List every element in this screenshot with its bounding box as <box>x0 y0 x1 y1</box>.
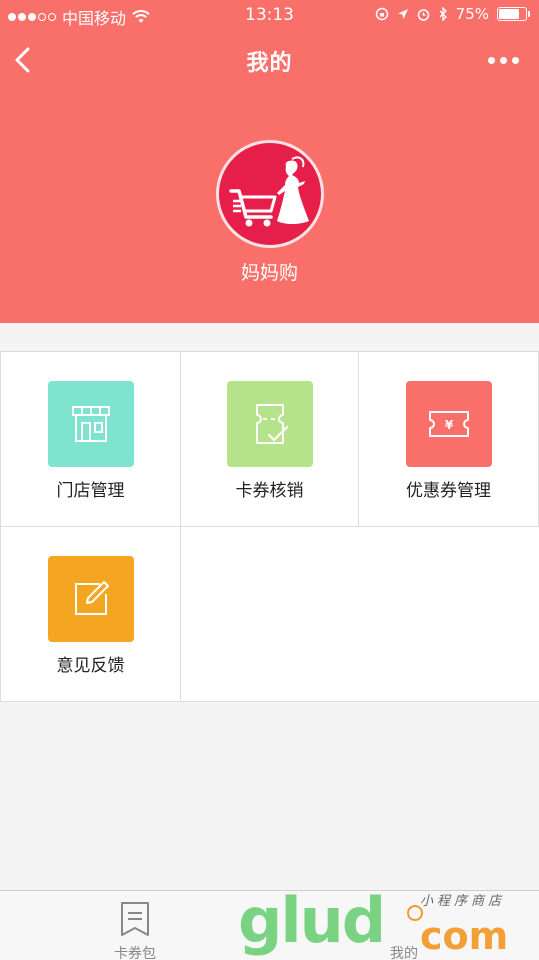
more-dot <box>499 56 507 64</box>
menu-tile <box>47 556 134 642</box>
menu-item-store-management[interactable]: 门店管理 <box>0 352 181 527</box>
battery-icon <box>497 7 530 21</box>
profile-header: 中国移动 13:13 75% 我的 妈妈购 <box>0 0 539 323</box>
grid-empty-area <box>181 527 539 702</box>
menu-item-label: 门店管理 <box>56 481 125 501</box>
tab-label: 我的 <box>390 946 418 960</box>
function-grid: 门店管理 卡券核销 ¥ 优惠券管理 意见反馈 <box>0 351 539 702</box>
location-icon <box>397 9 408 19</box>
more-dot <box>487 56 495 64</box>
menu-item-label: 意见反馈 <box>56 656 125 676</box>
shop-name: 妈妈购 <box>240 262 298 284</box>
menu-item-coupon-management[interactable]: ¥ 优惠券管理 <box>359 352 539 527</box>
svg-text:¥: ¥ <box>444 418 453 432</box>
bluetooth-icon <box>439 7 447 21</box>
menu-item-feedback[interactable]: 意见反馈 <box>0 527 181 702</box>
tab-mine[interactable]: 我的 <box>330 891 490 960</box>
menu-tile <box>226 381 313 467</box>
page-title: 我的 <box>246 51 293 76</box>
rotation-lock-icon <box>375 7 388 21</box>
menu-tile <box>47 381 134 467</box>
battery-percent: 75% <box>455 5 489 23</box>
more-dot <box>511 56 519 64</box>
tab-card-wallet[interactable]: 卡券包 <box>55 891 215 960</box>
store-icon <box>71 406 110 442</box>
shop-avatar[interactable] <box>216 140 324 248</box>
shopping-cart-logo-icon <box>229 156 309 227</box>
tab-bar: 卡券包 我的 <box>0 890 539 960</box>
bookmark-icon <box>121 902 149 936</box>
user-icon <box>407 905 423 921</box>
yen-ticket-icon: ¥ <box>428 411 469 437</box>
status-bar: 中国移动 13:13 75% <box>0 0 539 30</box>
more-button[interactable] <box>483 50 523 70</box>
menu-item-coupon-verify[interactable]: 卡券核销 <box>181 352 359 527</box>
battery-fill <box>499 9 519 19</box>
edit-note-icon <box>74 581 109 615</box>
coupon-verify-icon <box>255 404 288 444</box>
nav-bar: 我的 <box>0 30 539 90</box>
menu-tile: ¥ <box>405 381 492 467</box>
menu-item-label: 卡券核销 <box>235 481 304 501</box>
status-right: 75% <box>375 5 530 23</box>
tab-label: 卡券包 <box>114 946 156 960</box>
menu-item-label: 优惠券管理 <box>406 481 491 501</box>
alarm-icon <box>417 8 429 21</box>
